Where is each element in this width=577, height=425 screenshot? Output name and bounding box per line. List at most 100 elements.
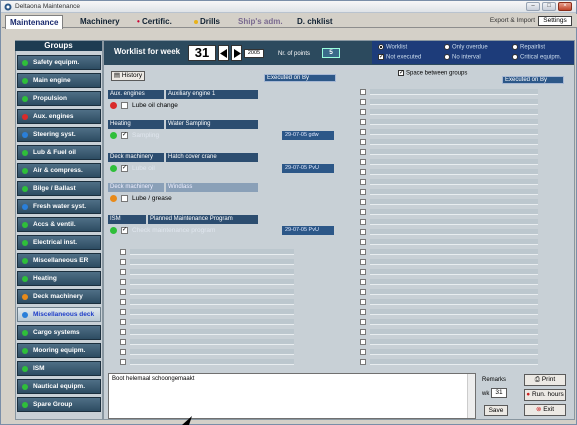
checkbox-icon[interactable]	[360, 279, 366, 285]
group-button[interactable]: Nautical equipm.	[17, 379, 101, 394]
checkbox-icon[interactable]	[360, 289, 366, 295]
filter-only-overdue[interactable]: Only overdue	[444, 44, 488, 51]
checkbox-icon[interactable]	[360, 339, 366, 345]
checkbox-icon[interactable]	[360, 189, 366, 195]
empty-row[interactable]	[106, 348, 300, 356]
empty-row[interactable]	[106, 338, 300, 346]
empty-row[interactable]	[346, 128, 544, 136]
checkbox-checked-icon[interactable]: ✓	[121, 227, 128, 234]
group-button[interactable]: Miscellaneous deck	[17, 307, 101, 322]
group-button[interactable]: Electrical inst.	[17, 235, 101, 250]
checkbox-icon[interactable]	[360, 209, 366, 215]
print-button[interactable]: ⎙ Print	[524, 374, 566, 386]
checkbox-icon[interactable]	[120, 349, 126, 355]
empty-row[interactable]	[106, 288, 300, 296]
empty-row[interactable]	[106, 328, 300, 336]
remarks-textarea[interactable]: Boot helemaal schoongemaakt	[108, 373, 476, 419]
tab-drills[interactable]: Drills	[190, 15, 224, 28]
group-button[interactable]: Deck machinery	[17, 289, 101, 304]
checkbox-icon[interactable]	[360, 249, 366, 255]
checkbox-icon[interactable]	[360, 309, 366, 315]
checkbox-icon[interactable]	[360, 269, 366, 275]
space-between-groups-checkbox[interactable]: ✓ Space between groups	[398, 70, 467, 77]
checkbox-icon[interactable]	[120, 309, 126, 315]
empty-row[interactable]	[346, 358, 544, 366]
exit-button[interactable]: ⊗ Exit	[524, 404, 566, 416]
task-header[interactable]: Deck machinery Hatch cover crane	[108, 153, 258, 162]
empty-row[interactable]	[346, 278, 544, 286]
empty-row[interactable]	[346, 98, 544, 106]
settings-button[interactable]: Settings	[538, 16, 572, 26]
group-button[interactable]: Air & compress.	[17, 163, 101, 178]
empty-row[interactable]	[106, 308, 300, 316]
checkbox-icon[interactable]	[360, 169, 366, 175]
checkbox-icon[interactable]	[120, 289, 126, 295]
empty-row[interactable]	[106, 248, 300, 256]
checkbox-icon[interactable]	[360, 299, 366, 305]
tab-machinery[interactable]: Machinery	[76, 15, 124, 28]
empty-row[interactable]	[106, 268, 300, 276]
empty-row[interactable]	[106, 278, 300, 286]
group-button[interactable]: Spare Group	[17, 397, 101, 412]
checkbox-icon[interactable]	[360, 119, 366, 125]
checkbox-icon[interactable]	[120, 279, 126, 285]
group-button[interactable]: Aux. engines	[17, 109, 101, 124]
task-header[interactable]: Aux. engines Auxiliary engine 1	[108, 90, 258, 99]
checkbox-icon[interactable]	[360, 99, 366, 105]
empty-row[interactable]	[346, 228, 544, 236]
task-row[interactable]: ✓ Sampling 29-07-05 gdw	[110, 131, 338, 140]
group-button[interactable]: Fresh water syst.	[17, 199, 101, 214]
empty-row[interactable]	[346, 208, 544, 216]
history-button[interactable]: ▤ History	[111, 71, 145, 81]
next-week-button[interactable]	[231, 45, 242, 61]
empty-row[interactable]	[346, 88, 544, 96]
save-button[interactable]: Save	[484, 405, 508, 416]
checkbox-icon[interactable]	[120, 269, 126, 275]
empty-row[interactable]	[346, 168, 544, 176]
checkbox-icon[interactable]	[360, 259, 366, 265]
checkbox-icon[interactable]	[360, 239, 366, 245]
tab-ships-adm[interactable]: Ship's adm.	[234, 15, 287, 28]
empty-row[interactable]	[346, 298, 544, 306]
checkbox-icon[interactable]	[120, 259, 126, 265]
checkbox-icon[interactable]	[120, 319, 126, 325]
minimize-button[interactable]: –	[526, 2, 540, 11]
filter-worklist[interactable]: Worklist	[378, 44, 407, 51]
empty-row[interactable]	[346, 268, 544, 276]
remarks-scrollbar[interactable]	[467, 374, 475, 418]
checkbox-icon[interactable]	[360, 319, 366, 325]
empty-row[interactable]	[346, 148, 544, 156]
maximize-button[interactable]: □	[542, 2, 556, 11]
group-button[interactable]: Miscellaneous ER	[17, 253, 101, 268]
checkbox-icon[interactable]	[360, 129, 366, 135]
group-button[interactable]: Bilge / Ballast	[17, 181, 101, 196]
checkbox-icon[interactable]	[360, 109, 366, 115]
empty-row[interactable]	[346, 328, 544, 336]
empty-row[interactable]	[346, 118, 544, 126]
empty-row[interactable]	[346, 218, 544, 226]
run-hours-button[interactable]: ● Run. hours	[524, 389, 566, 401]
filter-critical-equipm[interactable]: Critical equipm.	[512, 54, 561, 61]
empty-row[interactable]	[346, 238, 544, 246]
checkbox-icon[interactable]	[120, 329, 126, 335]
empty-row[interactable]	[346, 158, 544, 166]
previous-week-button[interactable]	[218, 45, 229, 61]
checkbox-icon[interactable]	[360, 349, 366, 355]
checkbox-icon[interactable]	[360, 89, 366, 95]
remarks-week-field[interactable]: 31	[491, 388, 507, 398]
empty-row[interactable]	[346, 108, 544, 116]
checkbox-icon[interactable]	[360, 359, 366, 365]
empty-row[interactable]	[106, 358, 300, 366]
checkbox-icon[interactable]	[121, 102, 128, 109]
task-row[interactable]: Lube / grease	[110, 194, 338, 203]
tab-d-chklist[interactable]: D. chklist	[293, 15, 337, 28]
checkbox-icon[interactable]	[360, 139, 366, 145]
task-row[interactable]: ✓ Check maintenance program 29-07-05 PvU	[110, 226, 338, 235]
empty-row[interactable]	[346, 258, 544, 266]
empty-row[interactable]	[346, 338, 544, 346]
checkbox-icon[interactable]	[360, 219, 366, 225]
group-button[interactable]: Accs & ventil.	[17, 217, 101, 232]
filter-not-executed[interactable]: ✓ Not executed	[378, 54, 421, 61]
empty-row[interactable]	[346, 288, 544, 296]
group-button[interactable]: Cargo systems	[17, 325, 101, 340]
